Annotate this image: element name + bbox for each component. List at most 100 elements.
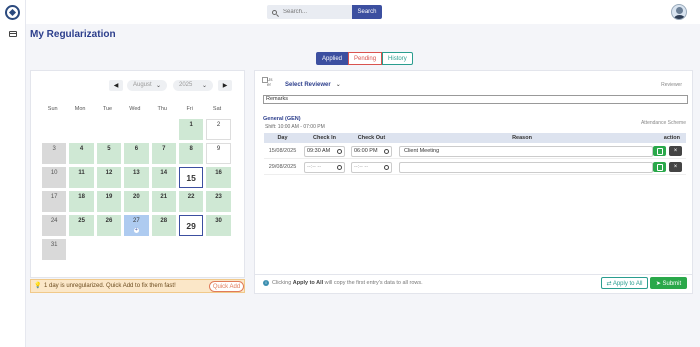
check-out-value: --:-- --	[354, 163, 369, 170]
weekday-label: Sun	[47, 106, 58, 112]
calendar-day[interactable]: 3	[42, 143, 67, 164]
calendar-day[interactable]: 20	[124, 191, 149, 212]
lightbulb-icon: 💡	[34, 283, 42, 289]
save-row-button[interactable]	[653, 146, 666, 156]
month-select[interactable]: August ⌄	[127, 80, 167, 91]
weekday-label: Tue	[102, 106, 113, 112]
chevron-down-icon: ⌄	[201, 83, 207, 89]
calendar-day[interactable]: 1	[178, 119, 204, 140]
tab-applied[interactable]: Applied	[316, 52, 349, 65]
calendar-empty-cell	[124, 119, 148, 140]
header-check-out: Check Out	[357, 135, 386, 141]
calendar-day[interactable]: 28	[151, 215, 176, 236]
calendar-day[interactable]: 14	[151, 167, 176, 188]
avatar[interactable]	[671, 4, 687, 20]
wallet-icon[interactable]	[9, 31, 17, 37]
remove-row-button[interactable]: ×	[669, 162, 682, 172]
add-entry-icon[interactable]: +	[133, 228, 139, 233]
schedule-label: Attendance Scheme	[640, 120, 686, 126]
check-in-input[interactable]: --:-- --	[304, 161, 345, 173]
calendar-day[interactable]: 7	[151, 143, 176, 164]
save-row-button[interactable]	[653, 162, 666, 172]
row-day: 29/08/2025	[268, 164, 297, 170]
calendar-day[interactable]: 31	[42, 239, 67, 260]
calendar-day[interactable]: 16	[206, 167, 231, 188]
calendar-day[interactable]: 9	[206, 143, 231, 164]
info-text-bold: Apply to All	[292, 280, 324, 286]
next-month-button[interactable]: ▶	[218, 80, 232, 91]
check-in-value: --:-- --	[307, 163, 322, 170]
calendar-day[interactable]: 4	[69, 143, 94, 164]
info-text-post: will copy the first entry's data to all …	[323, 280, 423, 286]
prev-month-button[interactable]: ◀	[109, 80, 123, 91]
info-icon: i	[263, 280, 269, 286]
calendar-day[interactable]: 21	[151, 191, 176, 212]
search-button[interactable]: Search	[352, 5, 382, 19]
calendar-empty-cell	[152, 119, 176, 140]
reason-input[interactable]: Client Meeting	[399, 145, 653, 157]
regularization-form: Us er Select Reviewer ⌄ Reviewer Remarks …	[254, 70, 693, 294]
calendar-day[interactable]: 27 +	[124, 215, 149, 236]
submit-button[interactable]: ➤ Submit	[650, 277, 687, 289]
calendar-empty-cell	[42, 119, 66, 140]
calendar-day[interactable]: 17	[42, 191, 67, 212]
calendar-day[interactable]: 13	[124, 167, 149, 188]
calendar-day[interactable]: 18	[69, 191, 94, 212]
check-in-input[interactable]: 09:30 AM	[304, 145, 345, 157]
calendar-day[interactable]: 26	[96, 215, 122, 236]
reviewer-select[interactable]: Select Reviewer ⌄	[285, 81, 341, 88]
chevron-down-icon: ⌄	[155, 83, 161, 89]
search-icon	[272, 9, 277, 15]
footer-divider	[254, 274, 693, 275]
calendar-day[interactable]: 11	[69, 167, 94, 188]
reason-input[interactable]	[399, 161, 653, 173]
weekday-label: Wed	[129, 106, 141, 112]
calendar-day[interactable]: 19	[96, 191, 122, 212]
calendar-day[interactable]: 5	[96, 143, 122, 164]
calendar-day[interactable]: 30	[206, 215, 231, 236]
year-select[interactable]: 2025 ⌄	[173, 80, 213, 91]
search-input[interactable]	[283, 9, 347, 15]
calendar-day[interactable]: 22	[178, 191, 204, 212]
weekday-label: Mon	[74, 106, 86, 112]
year-value: 2025	[179, 82, 193, 88]
remove-row-button[interactable]: ×	[669, 146, 682, 156]
calendar-day[interactable]: 10	[42, 167, 67, 188]
calendar-day[interactable]: 15	[178, 167, 204, 188]
month-value: August	[133, 82, 152, 88]
clock-icon	[337, 164, 342, 170]
check-out-input[interactable]: 06:00 PM	[351, 145, 392, 157]
app-logo[interactable]	[5, 5, 20, 20]
check-out-value: 06:00 PM	[354, 147, 378, 154]
apply-to-all-button[interactable]: ⇄ Apply to All	[601, 277, 648, 289]
calendar-empty-cell	[97, 119, 121, 140]
reviewer-image-alt: Us er	[267, 77, 273, 87]
info-text-pre: Clicking	[272, 280, 293, 286]
attendance-table: Day Check In Check Out Reason action 15/…	[264, 133, 686, 175]
tab-pending[interactable]: Pending	[348, 52, 383, 65]
calendar-day[interactable]: 23	[206, 191, 231, 212]
calendar-day[interactable]: 29	[178, 215, 204, 236]
calendar-day[interactable]: 25	[69, 215, 94, 236]
quick-add-button[interactable]: Quick Add	[209, 281, 244, 292]
warning-text: 1 day is unregularized. Quick Add to fix…	[44, 283, 176, 289]
clock-icon	[337, 148, 342, 154]
chevron-down-icon: ⌄	[335, 82, 341, 88]
unregularized-warning: 💡 1 day is unregularized. Quick Add to f…	[30, 279, 245, 293]
calendar-day[interactable]: 24	[42, 215, 67, 236]
weekday-header: Sun Mon Tue Wed Thu Fri Sat	[39, 106, 238, 116]
tab-history[interactable]: History	[382, 52, 413, 65]
table-header: Day Check In Check Out Reason action	[264, 133, 686, 143]
header-check-in: Check In	[313, 135, 336, 141]
remarks-field[interactable]: Remarks	[263, 95, 688, 104]
reviewer-label: Reviewer	[661, 82, 682, 88]
schedule-name: General (GEN)	[263, 116, 301, 122]
calendar-day[interactable]: 12	[96, 167, 122, 188]
calendar-day[interactable]: 6	[124, 143, 149, 164]
calendar-grid: Sun Mon Tue Wed Thu Fri Sat 1 2 3 4 5 6 7 8 9 10 11 12 13 1…	[39, 106, 238, 260]
header-day: Day	[277, 135, 288, 141]
calendar-day[interactable]: 2	[206, 119, 231, 140]
check-out-input[interactable]: --:-- --	[351, 161, 392, 173]
calendar-day[interactable]: 8	[178, 143, 204, 164]
clock-icon	[384, 148, 389, 154]
